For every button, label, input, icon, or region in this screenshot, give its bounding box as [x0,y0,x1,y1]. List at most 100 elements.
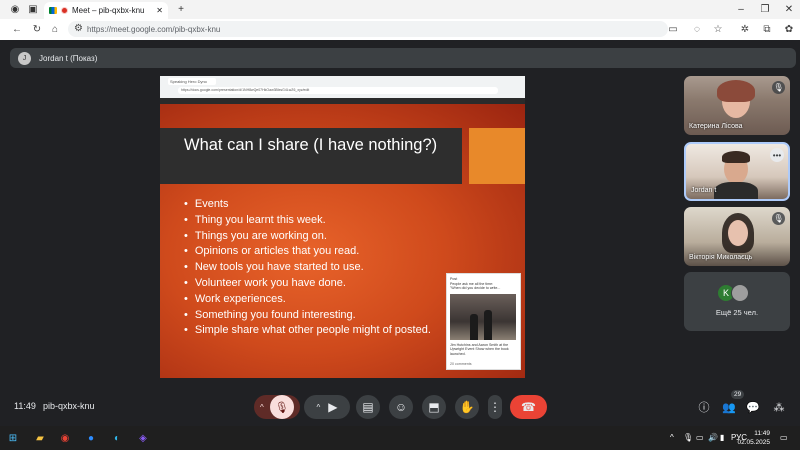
slide-title: What can I share (I have nothing?) [160,128,462,184]
photo-person [484,309,492,340]
present-button[interactable]: ⬒ [422,395,446,419]
volume-icon[interactable]: 🔊 [708,433,718,442]
post-caption: Jim Hutchins and Aaron Smith at the Upwr… [450,342,509,356]
back-icon[interactable]: ← [10,22,24,36]
mic-control[interactable]: ^ 🎙 [254,395,300,419]
people-icon[interactable]: 👥 [722,400,736,414]
more-options-icon[interactable]: ••• [770,148,784,162]
participant-tile-speaking[interactable]: ••• Jordan t [684,142,790,201]
clock[interactable]: 11:49 02.05.2025 [737,429,770,447]
edge-icon[interactable]: ◐ [110,431,124,445]
clock-time: 11:49 [754,430,770,437]
shared-browser-chrome: Speaking Hero Dyno https://docs.google.c… [160,76,525,98]
file-explorer-icon[interactable]: ▰ [33,431,47,445]
shared-url: https://docs.google.com/presentation/d/1… [178,87,498,94]
battery-icon[interactable]: ▮ [720,433,724,442]
workspaces-icon[interactable]: ▣ [26,2,40,16]
close-tab-icon[interactable]: ✕ [156,6,163,15]
close-window-icon[interactable]: ✕ [782,2,796,16]
meet-favicon-icon [49,7,57,14]
minimize-icon[interactable]: – [734,2,748,16]
slide-bullet: Simple share what other people might of … [184,323,431,339]
profile-icon[interactable]: ◉ [8,2,22,16]
mic-tray-icon[interactable]: 🎙 [683,433,693,442]
post-photo [450,293,516,340]
camera-control[interactable]: ^ ▶ [304,395,350,419]
participant-face-front [728,220,748,246]
mic-off-button[interactable]: 🎙 [269,395,294,419]
slide-bullet: Work experiences. [184,292,431,308]
participant-tile[interactable]: 🎙 Катерина Лісова [684,76,790,135]
reactions-button[interactable]: ☺ [389,395,413,419]
camera-in-use-icon[interactable]: ▭ [666,22,680,36]
participant-tile[interactable]: 🎙 Вікторія Миколаєць [684,207,790,266]
hang-up-icon: ☎ [521,400,536,414]
slide-bullet: Events [184,197,431,213]
bookmark-star-icon[interactable]: ☆ [711,22,725,36]
presentation-slide: What can I share (I have nothing?) Event… [160,104,525,378]
mic-off-icon: 🎙 [772,81,785,94]
maximize-icon[interactable]: ❐ [758,2,772,16]
people-count-badge: 29 [731,390,745,399]
copilot-icon[interactable]: ✿ [782,22,796,36]
more-options-button[interactable]: ⋮ [488,395,502,419]
collections-icon[interactable]: ⧉ [760,22,774,36]
app-icon[interactable]: ◈ [136,431,150,445]
activities-icon[interactable]: ⁂ [772,400,786,414]
notifications-icon[interactable]: ▭ [780,433,788,442]
more-participants-label: Ещё 25 чел. [715,308,759,317]
tray-chevron-icon[interactable]: ^ [670,433,674,442]
participant-hair [717,80,755,102]
captions-icon: ▤ [362,400,374,414]
translate-icon[interactable]: ◌ [690,22,704,36]
emoji-icon: ☺ [394,400,408,414]
url-text: https://meet.google.com/pib-qxbx-knu [86,24,221,34]
browser-chrome: ◉ ▣ Meet – pib-qxbx-knu ✕ + – ❐ ✕ ← ↻ ⌂ … [0,0,800,40]
mic-options-chevron-icon[interactable]: ^ [260,403,264,412]
slide-bullet: Thing you learnt this week. [184,213,431,229]
slide-bullet: New tools you have started to use. [184,260,431,276]
participant-name: Вікторія Миколаєць [689,254,753,261]
more-vert-icon: ⋮ [489,400,501,414]
post-line: "When did you decide to write... [450,286,501,290]
address-bar: ← ↻ ⌂ ⚙ https://meet.google.com/pib-qxbx… [0,19,800,40]
recording-icon [61,7,68,14]
meeting-code: pib-qxbx-knu [43,401,95,411]
photo-person [470,313,478,340]
browser-tab[interactable]: Meet – pib-qxbx-knu ✕ [44,2,168,19]
reload-icon[interactable]: ↻ [30,22,44,36]
home-icon[interactable]: ⌂ [48,22,62,36]
zoom-icon[interactable]: ● [84,431,98,445]
slide-bullet-list: Events Thing you learnt this week. Thing… [184,197,431,339]
favorites-icon[interactable]: ✲ [738,22,752,36]
present-screen-icon: ⬒ [428,400,440,414]
meeting-time: 11:49 [14,401,36,411]
url-field[interactable]: ⚙ https://meet.google.com/pib-qxbx-knu [68,21,668,37]
meeting-controls: 11:49 pib-qxbx-knu ^ 🎙 ^ ▶ ▤ ☺ ⬒ ✋ ⋮ ☎ ⓘ… [0,392,800,422]
post-footer: 20 comments [450,362,472,366]
participant-body [714,182,758,199]
site-info-icon[interactable]: ⚙ [74,24,83,34]
participant-hair [722,151,750,163]
presenter-avatar: J [18,51,31,65]
raise-hand-button[interactable]: ✋ [455,395,479,419]
slide-bullet: Something you found interesting. [184,308,431,324]
leave-call-button[interactable]: ☎ [510,395,547,419]
shared-tab: Speaking Hero Dyno [168,78,216,85]
chat-icon[interactable]: 💬 [746,400,760,414]
hand-icon: ✋ [459,400,475,414]
camera-options-chevron-icon[interactable]: ^ [317,403,321,412]
network-icon[interactable]: ▭ [696,433,704,442]
captions-button[interactable]: ▤ [356,395,380,419]
chrome-icon[interactable]: ◉ [58,431,72,445]
participant-avatar-photo [731,284,749,302]
meeting-info-icon[interactable]: ⓘ [697,400,711,414]
new-tab-button[interactable]: + [174,2,188,16]
presenter-bar: J Jordan t (Показ) [10,48,796,68]
more-participants-tile[interactable]: K Ещё 25 чел. [684,272,790,331]
participant-name: Катерина Лісова [689,123,743,130]
slide-accent-block [469,128,525,184]
windows-start-icon[interactable]: ⊞ [6,431,20,445]
camera-icon[interactable]: ▶ [328,400,337,414]
slide-bullet: Opinions or articles that you read. [184,244,431,260]
